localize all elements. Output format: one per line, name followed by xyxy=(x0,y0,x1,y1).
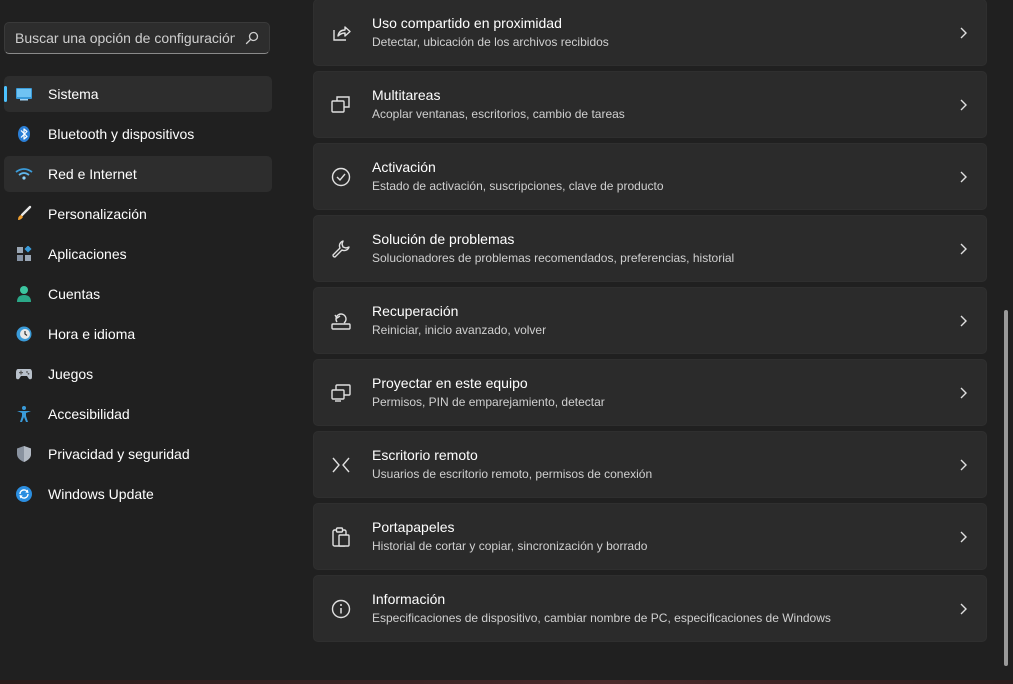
clock-globe-icon xyxy=(15,325,33,343)
settings-item-subtitle: Permisos, PIN de emparejamiento, detecta… xyxy=(372,395,605,409)
settings-item-subtitle: Acoplar ventanas, escritorios, cambio de… xyxy=(372,107,625,121)
sidebar-item-accesibilidad[interactable]: Accesibilidad xyxy=(4,396,272,432)
gamepad-icon xyxy=(15,365,33,383)
accessibility-icon xyxy=(15,405,33,423)
sidebar-item-bluetooth[interactable]: Bluetooth y dispositivos xyxy=(4,116,272,152)
recovery-icon xyxy=(331,313,351,330)
sidebar-item-windows-update[interactable]: Windows Update xyxy=(4,476,272,512)
chevron-right-icon xyxy=(960,315,967,327)
account-icon xyxy=(15,285,33,303)
apps-icon xyxy=(15,245,33,263)
sidebar-nav: Sistema Bluetooth y dispositivos Red e I… xyxy=(4,76,272,516)
sidebar-item-label: Windows Update xyxy=(48,486,154,502)
settings-item-title: Información xyxy=(372,591,446,607)
sidebar-item-sistema[interactable]: Sistema xyxy=(4,76,272,112)
settings-item-title: Solución de problemas xyxy=(372,231,515,247)
sidebar-item-label: Cuentas xyxy=(48,286,101,302)
settings-list: Uso compartido en proximidad Detectar, u… xyxy=(313,0,987,684)
settings-item-activation[interactable]: Activación Estado de activación, suscrip… xyxy=(313,143,987,210)
settings-item-project[interactable]: Proyectar en este equipo Permisos, PIN d… xyxy=(313,359,987,426)
chevron-right-icon xyxy=(960,243,967,255)
paintbrush-icon xyxy=(15,205,33,223)
settings-item-clipboard[interactable]: Portapapeles Historial de cortar y copia… xyxy=(313,503,987,570)
info-icon xyxy=(331,599,351,619)
settings-item-nearby-sharing[interactable]: Uso compartido en proximidad Detectar, u… xyxy=(313,0,987,66)
settings-item-title: Uso compartido en proximidad xyxy=(372,15,562,31)
sidebar-item-label: Sistema xyxy=(48,86,99,102)
multitasking-icon xyxy=(331,96,350,113)
settings-item-title: Escritorio remoto xyxy=(372,447,478,463)
sidebar-item-hora-idioma[interactable]: Hora e idioma xyxy=(4,316,272,352)
bluetooth-icon xyxy=(15,125,33,143)
windows-update-icon xyxy=(15,485,33,503)
search-box[interactable] xyxy=(4,22,270,54)
system-display-icon xyxy=(15,85,33,103)
settings-item-remote-desktop[interactable]: Escritorio remoto Usuarios de escritorio… xyxy=(313,431,987,498)
sidebar-item-label: Accesibilidad xyxy=(48,406,130,422)
scrollbar-thumb[interactable] xyxy=(1004,310,1008,666)
sidebar-item-label: Red e Internet xyxy=(48,166,137,182)
shield-icon xyxy=(15,445,33,463)
selection-indicator xyxy=(4,86,7,102)
sidebar-item-aplicaciones[interactable]: Aplicaciones xyxy=(4,236,272,272)
sidebar-item-privacidad[interactable]: Privacidad y seguridad xyxy=(4,436,272,472)
chevron-right-icon xyxy=(960,27,967,39)
clipboard-icon xyxy=(332,527,350,547)
settings-item-subtitle: Historial de cortar y copiar, sincroniza… xyxy=(372,539,648,553)
search-icon[interactable] xyxy=(245,31,259,45)
settings-item-troubleshoot[interactable]: Solución de problemas Solucionadores de … xyxy=(313,215,987,282)
remote-desktop-icon xyxy=(332,457,350,473)
chevron-right-icon xyxy=(960,171,967,183)
sidebar-item-label: Bluetooth y dispositivos xyxy=(48,126,195,142)
chevron-right-icon xyxy=(960,603,967,615)
settings-item-subtitle: Solucionadores de problemas recomendados… xyxy=(372,251,735,265)
chevron-right-icon xyxy=(960,387,967,399)
sidebar-item-cuentas[interactable]: Cuentas xyxy=(4,276,272,312)
search-input[interactable] xyxy=(15,23,235,53)
settings-item-subtitle: Usuarios de escritorio remoto, permisos … xyxy=(372,467,653,481)
sidebar-item-label: Personalización xyxy=(48,206,147,222)
share-icon xyxy=(333,26,351,41)
settings-item-title: Recuperación xyxy=(372,303,459,319)
chevron-right-icon xyxy=(960,531,967,543)
sidebar-item-label: Hora e idioma xyxy=(48,326,136,342)
sidebar-item-juegos[interactable]: Juegos xyxy=(4,356,272,392)
settings-item-title: Activación xyxy=(372,159,436,175)
settings-window: Sistema Bluetooth y dispositivos xyxy=(0,0,1013,684)
settings-item-subtitle: Estado de activación, suscripciones, cla… xyxy=(372,179,664,193)
chevron-right-icon xyxy=(960,459,967,471)
check-circle-icon xyxy=(331,167,351,187)
sidebar-item-label: Aplicaciones xyxy=(48,246,127,262)
settings-item-subtitle: Detectar, ubicación de los archivos reci… xyxy=(372,35,609,49)
sidebar-item-label: Privacidad y seguridad xyxy=(48,446,190,462)
wifi-icon xyxy=(15,165,33,183)
settings-item-recovery[interactable]: Recuperación Reiniciar, inicio avanzado,… xyxy=(313,287,987,354)
settings-item-title: Proyectar en este equipo xyxy=(372,375,528,391)
settings-item-subtitle: Especificaciones de dispositivo, cambiar… xyxy=(372,611,831,625)
chevron-right-icon xyxy=(960,99,967,111)
sidebar-item-label: Juegos xyxy=(48,366,94,382)
settings-item-about[interactable]: Información Especificaciones de disposit… xyxy=(313,575,987,642)
sidebar-item-red-internet[interactable]: Red e Internet xyxy=(4,156,272,192)
wrench-icon xyxy=(332,240,350,258)
settings-item-subtitle: Reiniciar, inicio avanzado, volver xyxy=(372,323,547,337)
project-icon xyxy=(331,384,351,402)
desktop-background-edge xyxy=(0,680,1013,684)
settings-item-multitasking[interactable]: Multitareas Acoplar ventanas, escritorio… xyxy=(313,71,987,138)
settings-item-title: Multitareas xyxy=(372,87,441,103)
settings-item-title: Portapapeles xyxy=(372,519,455,535)
sidebar: Sistema Bluetooth y dispositivos xyxy=(0,0,290,684)
sidebar-item-personalizacion[interactable]: Personalización xyxy=(4,196,272,232)
